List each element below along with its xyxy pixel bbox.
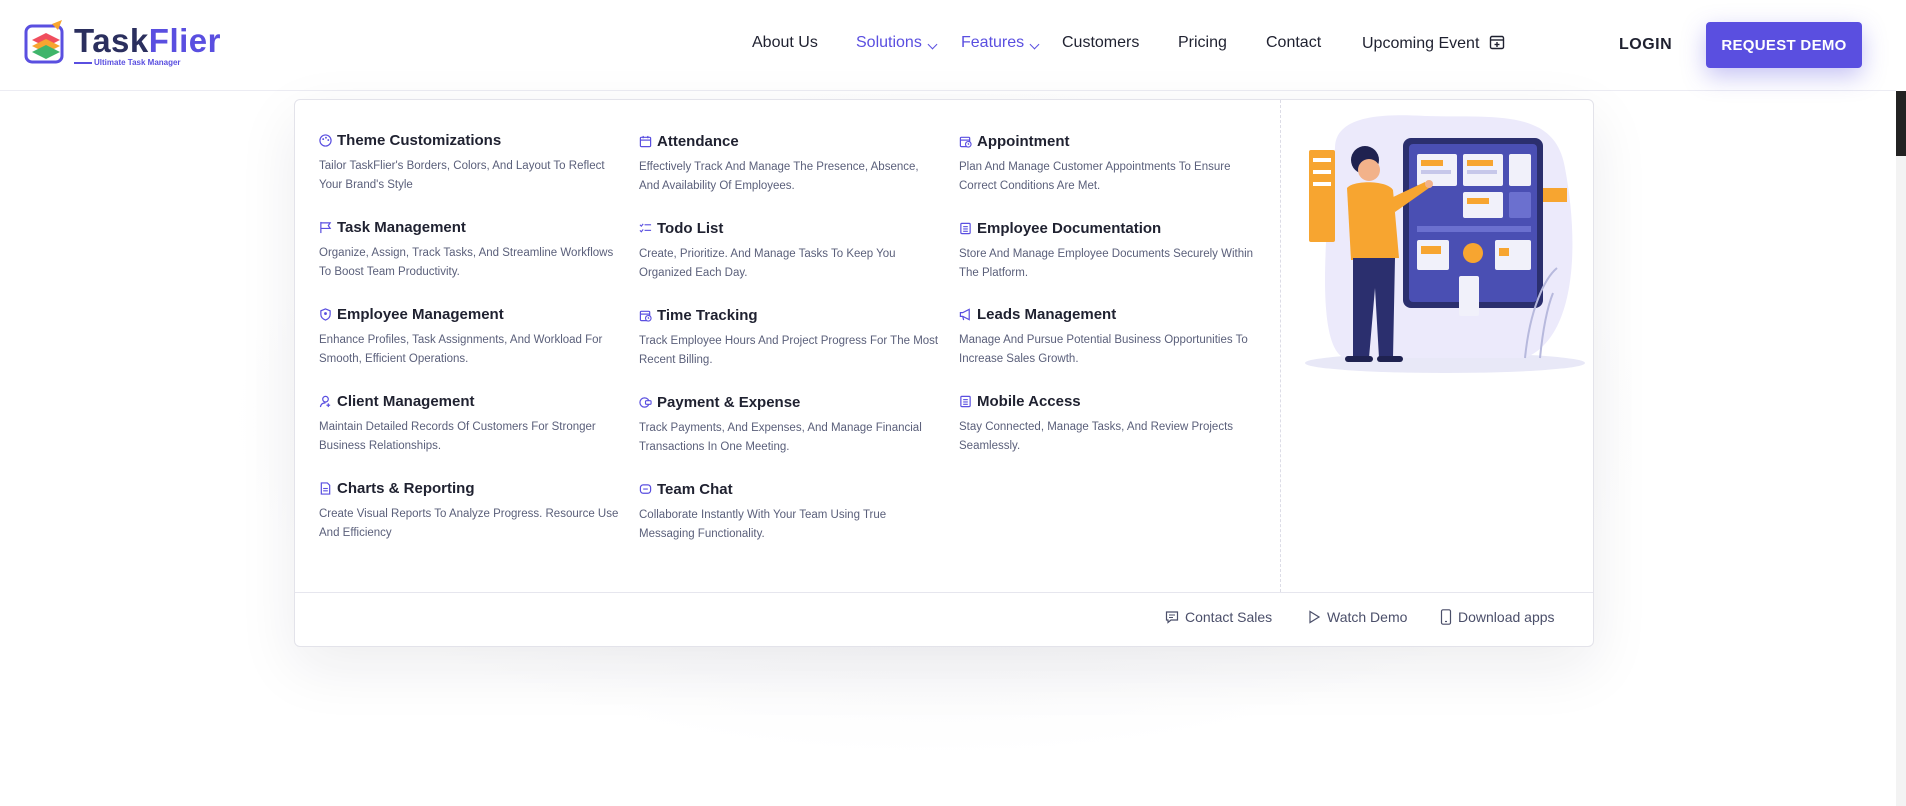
contact-sales-link[interactable]: Contact Sales (1165, 609, 1272, 625)
dashboard-illustration (1305, 115, 1585, 373)
feature-description: Manage And Pursue Potential Business Opp… (959, 334, 1248, 365)
panel-vertical-divider (1280, 100, 1281, 592)
logo-word-task: Task (74, 22, 149, 59)
feature-employee-documentation[interactable]: Employee Documentation Store And Manage … (959, 218, 1259, 283)
contact-sales-label: Contact Sales (1185, 609, 1273, 625)
nav-pricing[interactable]: Pricing (1178, 34, 1227, 52)
scrollbar-top-area (1896, 0, 1906, 91)
document-icon (960, 395, 971, 407)
scrollbar-thumb[interactable] (1896, 91, 1906, 156)
shield-user-icon (320, 307, 331, 321)
palette-icon (319, 133, 332, 147)
watch-demo-link[interactable]: Watch Demo (1307, 609, 1407, 625)
feature-title: Team Chat (657, 480, 733, 498)
feature-title: Employee Documentation (977, 219, 1162, 237)
feature-mobile-access[interactable]: Mobile Access Stay Connected, Manage Tas… (959, 391, 1259, 456)
feature-description: Organize, Assign, Track Tasks, And Strea… (319, 247, 614, 278)
feature-title: Todo List (657, 219, 724, 237)
feature-employee-management[interactable]: Employee Management Enhance Profiles, Ta… (319, 304, 619, 369)
nav-solutions-label: Solutions (856, 34, 922, 51)
chevron-down-icon (1029, 39, 1040, 50)
mobile-icon (1440, 609, 1452, 625)
feature-theme-customizations[interactable]: Theme Customizations Tailor TaskFlier's … (319, 130, 619, 195)
megaphone-icon (959, 307, 970, 321)
request-demo-button[interactable]: REQUEST DEMO (1706, 22, 1862, 68)
feature-description: Enhance Profiles, Task Assignments, And … (319, 334, 603, 365)
play-icon (1309, 610, 1321, 624)
feature-title: Theme Customizations (337, 131, 502, 149)
feature-description: Plan And Manage Customer Appointments To… (959, 161, 1231, 192)
feature-description: Track Payments, And Expenses, And Manage… (639, 422, 922, 453)
logo-tagline: Ultimate Task Manager (94, 58, 181, 67)
feature-description: Create Visual Reports To Analyze Progres… (319, 508, 619, 539)
feature-description: Store And Manage Employee Documents Secu… (959, 248, 1254, 279)
checklist-icon (639, 223, 652, 233)
flag-icon (320, 221, 332, 233)
feature-description: Stay Connected, Manage Tasks, And Review… (959, 421, 1234, 452)
panel-footer-divider (295, 592, 1593, 593)
payment-icon (639, 396, 652, 408)
feature-appointment[interactable]: Appointment Plan And Manage Customer App… (959, 131, 1259, 196)
feature-title: Attendance (657, 132, 739, 150)
download-apps-link[interactable]: Download apps (1440, 609, 1555, 625)
feature-description: Create, Prioritize. And Manage Tasks To … (639, 248, 896, 279)
feature-title: Payment & Expense (657, 393, 801, 411)
feature-description: Track Employee Hours And Project Progres… (639, 335, 939, 366)
chevron-down-icon (927, 39, 938, 50)
download-apps-label: Download apps (1458, 609, 1555, 625)
nav-about-us[interactable]: About Us (752, 34, 818, 52)
calendar-icon (639, 135, 652, 147)
feature-description: Tailor TaskFlier's Borders, Colors, And … (319, 160, 605, 191)
calendar-clock-icon (639, 310, 652, 322)
calendar-clock-icon (959, 136, 972, 148)
feature-leads-management[interactable]: Leads Management Manage And Pursue Poten… (959, 304, 1259, 369)
site-header: TaskFlier Ultimate Task Manager About Us… (0, 0, 1896, 91)
calendar-add-icon (1489, 35, 1505, 50)
feature-task-management[interactable]: Task Management Organize, Assign, Track … (319, 217, 619, 282)
document-icon (960, 222, 971, 234)
chat-icon (639, 483, 652, 494)
feature-title: Mobile Access (977, 392, 1081, 410)
nav-upcoming-event[interactable]: Upcoming Event (1362, 34, 1505, 53)
feature-title: Charts & Reporting (337, 479, 475, 497)
features-dropdown: Theme Customizations Tailor TaskFlier's … (294, 99, 1594, 647)
feature-title: Client Management (337, 392, 475, 410)
feature-team-chat[interactable]: Team Chat Collaborate Instantly With You… (639, 479, 939, 544)
feature-description: Collaborate Instantly With Your Team Usi… (639, 509, 887, 540)
feature-description: Maintain Detailed Records Of Customers F… (319, 421, 596, 452)
taskflier-logo[interactable]: TaskFlier Ultimate Task Manager (24, 20, 220, 70)
nav-contact[interactable]: Contact (1266, 34, 1321, 52)
feature-payment-expense[interactable]: Payment & Expense Track Payments, And Ex… (639, 392, 939, 457)
nav-features-label: Features (961, 34, 1025, 51)
feature-title: Employee Management (337, 305, 504, 323)
report-icon (320, 481, 331, 495)
nav-customers[interactable]: Customers (1062, 34, 1139, 52)
feature-charts-reporting[interactable]: Charts & Reporting Create Visual Reports… (319, 478, 619, 543)
nav-features[interactable]: Features (961, 34, 1040, 52)
feature-client-management[interactable]: Client Management Maintain Detailed Reco… (319, 391, 619, 456)
scrollbar-track[interactable] (1896, 91, 1906, 806)
logo-wordmark: TaskFlier (74, 22, 221, 60)
feature-title: Appointment (977, 132, 1070, 150)
logo-underline (74, 62, 92, 64)
watch-demo-label: Watch Demo (1327, 609, 1408, 625)
logo-mark-icon (24, 20, 64, 64)
feature-time-tracking[interactable]: Time Tracking Track Employee Hours And P… (639, 305, 939, 370)
feature-title: Task Management (337, 218, 466, 236)
feature-attendance[interactable]: Attendance Effectively Track And Manage … (639, 131, 939, 196)
nav-solutions[interactable]: Solutions (856, 34, 938, 52)
message-icon (1165, 611, 1179, 624)
logo-word-flier: Flier (148, 22, 221, 59)
feature-title: Time Tracking (657, 306, 758, 324)
nav-upcoming-event-label: Upcoming Event (1362, 35, 1480, 52)
user-icon (319, 395, 331, 407)
feature-todo-list[interactable]: Todo List Create, Prioritize. And Manage… (639, 218, 939, 283)
login-link[interactable]: LOGIN (1619, 36, 1672, 54)
feature-description: Effectively Track And Manage The Presenc… (639, 161, 919, 192)
feature-title: Leads Management (977, 305, 1117, 323)
